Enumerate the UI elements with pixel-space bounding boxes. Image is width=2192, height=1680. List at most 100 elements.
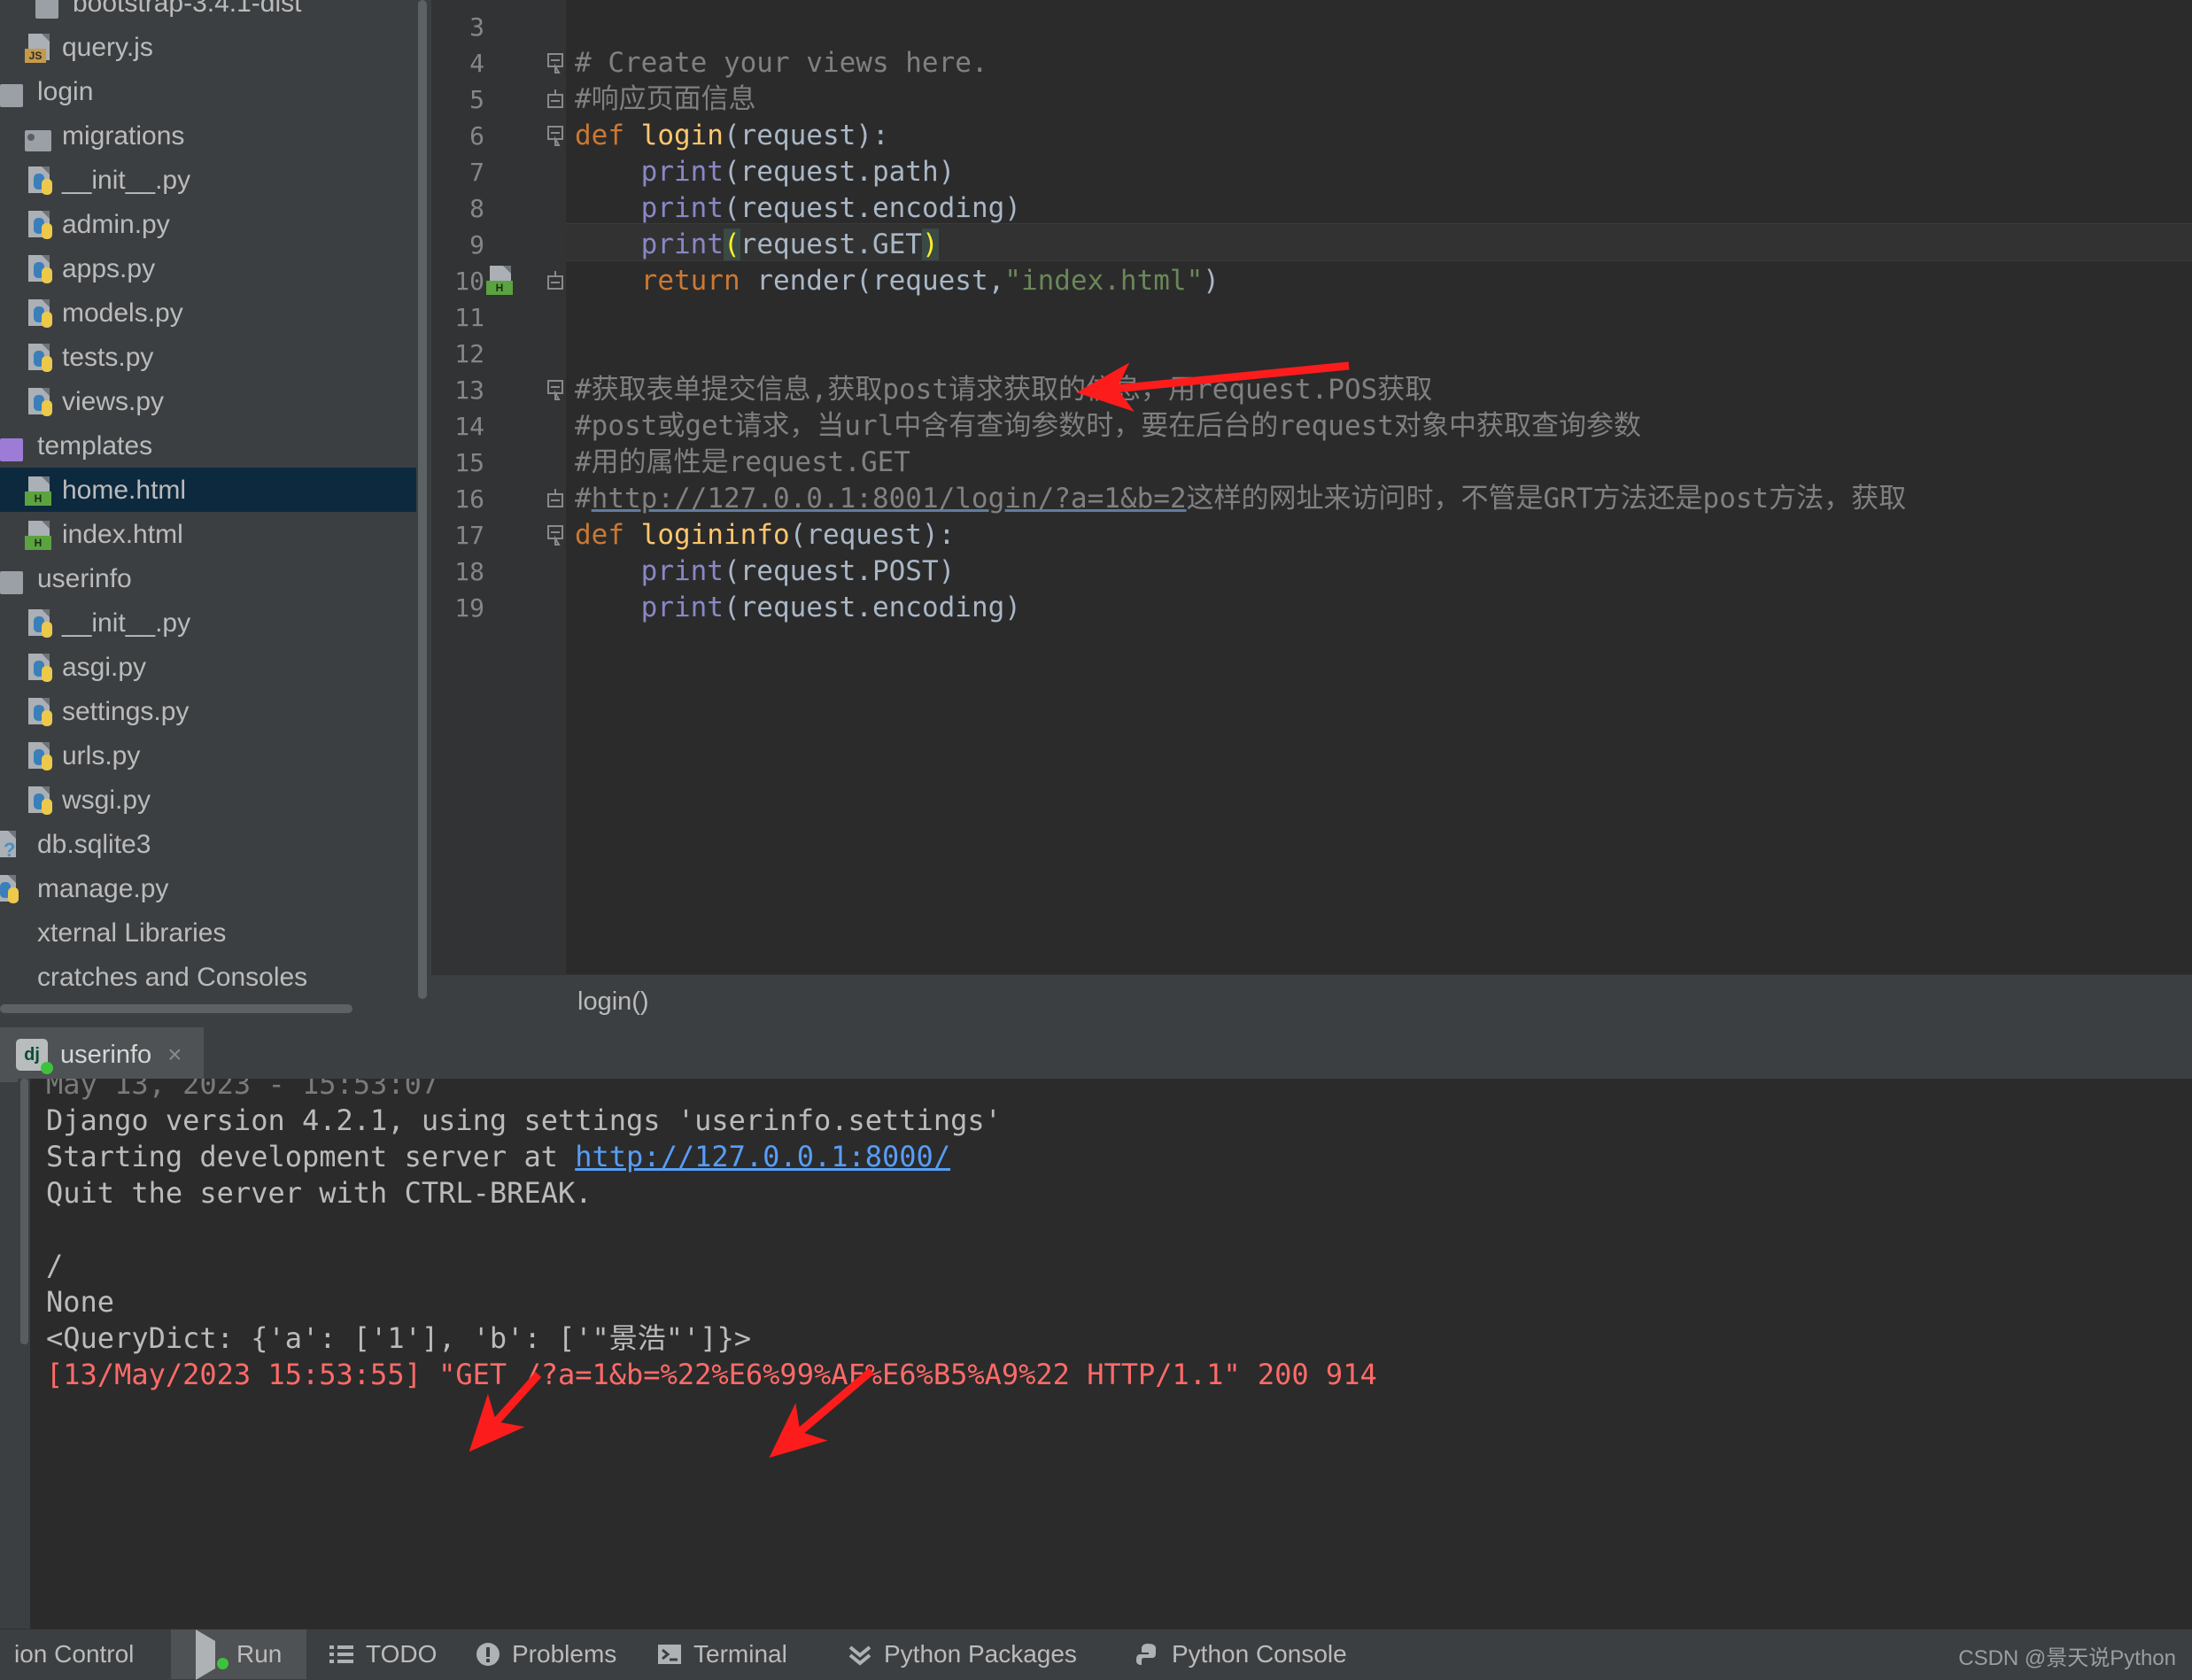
python-icon — [1135, 1641, 1161, 1668]
code-content[interactable]: # Create your views here. #响应页面信息 def logi… — [566, 0, 2192, 1003]
close-icon[interactable]: × — [167, 1041, 182, 1069]
tree-item-label: migrations — [62, 121, 185, 151]
console-output-area[interactable]: May 13, 2023 - 15:53:07 Django version 4.… — [18, 1079, 2192, 1630]
console-link[interactable]: http://127.0.0.1:8000/ — [575, 1140, 950, 1173]
html-file-icon: H — [25, 476, 55, 507]
tree-item-xternal-libraries[interactable]: xternal Libraries — [0, 910, 416, 955]
tree-item-label: settings.py — [62, 697, 190, 727]
bottom-tab-problems[interactable]: Problems — [461, 1630, 631, 1679]
code-line-17[interactable]: def logininfo(request): — [575, 517, 955, 554]
fold-collapse-icon[interactable] — [546, 53, 566, 74]
breadcrumb-bar[interactable]: login() — [431, 974, 2192, 1028]
tree-item-query-js[interactable]: JS query.js — [0, 25, 416, 69]
console-line: Django version 4.2.1, using settings 'us… — [46, 1103, 1002, 1137]
tree-item-label: manage.py — [37, 874, 169, 904]
bottom-tab-label: TODO — [366, 1640, 438, 1668]
tree-item-manage-py[interactable]: manage.py — [0, 866, 416, 910]
scrollbar-thumb[interactable] — [0, 1004, 352, 1013]
line-number: 15 — [454, 448, 484, 477]
code-token: ( — [723, 228, 740, 260]
bottom-tab-run[interactable]: Run — [171, 1630, 307, 1680]
bottom-tab-terminal[interactable]: Terminal — [642, 1630, 802, 1679]
tree-item-userinfo[interactable]: userinfo — [0, 556, 416, 600]
tree-item-login[interactable]: login — [0, 69, 416, 113]
code-line-6[interactable]: def login(request): — [575, 118, 889, 154]
bottom-tab-ion-control[interactable]: ion Control — [0, 1630, 148, 1679]
tree-item-urls-py[interactable]: urls.py — [0, 733, 416, 778]
watermark: CSDN @景天说Python — [1958, 1646, 2176, 1670]
code-line-10[interactable]: return render(request,"index.html") — [575, 263, 1220, 299]
tree-item-asgi-py[interactable]: asgi.py — [0, 645, 416, 689]
fold-collapse-icon[interactable] — [546, 525, 566, 546]
chevrons-down-icon — [847, 1641, 873, 1668]
code-token: def — [575, 519, 641, 551]
terminal-icon — [656, 1641, 683, 1668]
project-tree[interactable]: bootstrap-3.4.1-dist JS query.js login migra… — [0, 0, 416, 999]
code-line-16[interactable]: #http://127.0.0.1:8001/login/?a=1&b=2这样的… — [575, 481, 1906, 517]
python-file-icon — [25, 741, 55, 771]
fold-end-icon[interactable] — [546, 489, 566, 508]
folder-icon — [0, 564, 30, 595]
editor-gutter[interactable]: 3 4 5 6 7 8 9 10 H 11 12 13 14 15 16 17 18 19 — [431, 0, 566, 1003]
line-number: 19 — [454, 593, 484, 623]
tree-item-settings-py[interactable]: settings.py — [0, 689, 416, 733]
console-vertical-scrollbar[interactable] — [18, 1079, 30, 1630]
gutter-html-file-icon[interactable]: H — [486, 265, 516, 295]
code-line-4[interactable]: # Create your views here. — [575, 45, 988, 81]
fold-end-icon[interactable] — [546, 271, 566, 290]
code-line-5[interactable]: #响应页面信息 — [575, 81, 756, 118]
bottom-tab-python-console[interactable]: Python Console — [1120, 1630, 1361, 1679]
run-tab-userinfo[interactable]: dj userinfo × — [0, 1027, 204, 1082]
fold-collapse-icon[interactable] — [546, 126, 566, 146]
tree-item-apps-py[interactable]: apps.py — [0, 246, 416, 290]
code-line-7[interactable]: print(request.path) — [575, 154, 956, 190]
tree-item-migrations[interactable]: migrations — [0, 113, 416, 158]
sidebar-horizontal-scrollbar[interactable] — [0, 1003, 416, 1015]
code-token: request.GET — [740, 228, 922, 260]
project-tree-panel[interactable]: bootstrap-3.4.1-dist JS query.js login migra… — [0, 0, 431, 1027]
todo-icon — [329, 1641, 355, 1668]
tree-item-index-html[interactable]: Hindex.html — [0, 512, 416, 556]
run-tool-window: dj userinfo × May 13, 2023 - 15:53:07 Dja… — [0, 1027, 2192, 1630]
scrollbar-thumb[interactable] — [20, 1079, 28, 1344]
code-line-14[interactable]: #post或get请求，当url中含有查询参数时，要在后台的request对象中… — [575, 408, 1641, 445]
tree-item-templates[interactable]: templates — [0, 423, 416, 468]
running-indicator-dot — [41, 1062, 53, 1074]
bottom-tab-label: Terminal — [693, 1640, 787, 1668]
code-line-19[interactable]: print(request.encoding) — [575, 590, 1021, 626]
tree-item-tests-py[interactable]: tests.py — [0, 335, 416, 379]
code-token: return — [640, 265, 757, 297]
tree-item-cratches-and-consoles[interactable]: cratches and Consoles — [0, 955, 416, 999]
tree-item--init-py[interactable]: __init__.py — [0, 600, 416, 645]
code-line-18[interactable]: print(request.POST) — [575, 554, 956, 590]
line-number: 6 — [469, 121, 484, 151]
code-token: print — [640, 555, 724, 587]
folder-icon — [35, 0, 66, 19]
tree-item-db-sqlite3[interactable]: ? db.sqlite3 — [0, 822, 416, 866]
code-line-8[interactable]: print(request.encoding) — [575, 190, 1021, 227]
tree-item-admin-py[interactable]: admin.py — [0, 202, 416, 246]
tree-item--init-py[interactable]: __init__.py — [0, 158, 416, 202]
bottom-tab-python-packages[interactable]: Python Packages — [833, 1630, 1091, 1679]
tree-item-bootstrap-3-4-1-dist[interactable]: bootstrap-3.4.1-dist — [0, 0, 416, 25]
no-icon — [0, 918, 30, 948]
fold-end-icon[interactable] — [546, 89, 566, 109]
tree-item-views-py[interactable]: views.py — [0, 379, 416, 423]
tree-item-home-html[interactable]: Hhome.html — [0, 468, 416, 512]
code-line-9[interactable]: print(request.GET) — [575, 227, 939, 263]
tree-item-label: tests.py — [62, 343, 154, 373]
python-file-icon — [25, 298, 55, 329]
tree-item-models-py[interactable]: models.py — [0, 290, 416, 335]
code-line-15[interactable]: #用的属性是request.GET — [575, 445, 910, 481]
breadcrumb-current[interactable]: login() — [577, 987, 649, 1017]
run-icon — [196, 1630, 228, 1680]
tree-item-wsgi-py[interactable]: wsgi.py — [0, 778, 416, 822]
code-token: print — [640, 592, 724, 623]
code-line-13[interactable]: #获取表单提交信息,获取post请求获取的信息，用request.POS获取 — [575, 372, 1432, 408]
fold-collapse-icon[interactable] — [546, 380, 566, 400]
bottom-tab-todo[interactable]: TODO — [314, 1630, 451, 1679]
python-file-icon — [25, 166, 55, 196]
code-editor[interactable]: 3 4 5 6 7 8 9 10 H 11 12 13 14 15 16 17 18 19 # Create yo… — [431, 0, 2192, 1003]
